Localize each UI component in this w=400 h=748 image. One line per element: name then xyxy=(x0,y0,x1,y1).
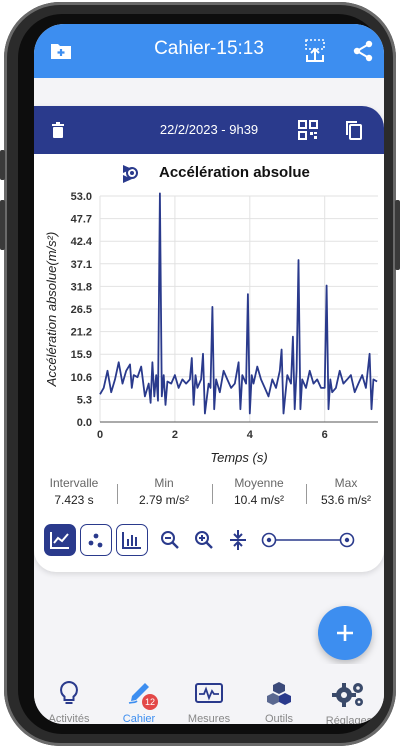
measurement-date: 22/2/2023 - 9h39 xyxy=(159,122,259,137)
stat-interval: Intervalle 7.423 s xyxy=(36,476,112,507)
x-tick-label: 4 xyxy=(247,429,254,441)
app-screen: Cahier-15:13 22/2/2023 - 9h39 Accélérati… xyxy=(34,24,384,724)
nav-item-cahier[interactable]: 12 Cahier xyxy=(104,680,174,724)
y-tick-label: 31.8 xyxy=(71,281,92,293)
lightbulb-icon xyxy=(60,680,78,704)
nav-label: Mesures xyxy=(187,713,231,724)
stat-label: Max xyxy=(334,476,358,490)
app-bar: Cahier-15:13 xyxy=(34,24,384,78)
bottom-nav: Activités 12 Cahier Mesures Outils Régla… xyxy=(34,664,384,724)
line-chart-button[interactable] xyxy=(44,524,76,556)
y-tick-label: 0.0 xyxy=(77,417,92,429)
stat-mean: Moyenne 10.4 m/s² xyxy=(216,476,302,507)
zoom-out-icon[interactable] xyxy=(154,524,186,556)
compress-vertical-icon[interactable] xyxy=(222,524,254,556)
y-tick-label: 53.0 xyxy=(71,191,92,203)
stat-min: Min 2.79 m/s² xyxy=(122,476,206,507)
y-tick-label: 37.1 xyxy=(71,259,92,271)
range-slider[interactable] xyxy=(260,530,356,550)
y-tick-label: 15.9 xyxy=(71,349,92,361)
stat-label: Intervalle xyxy=(49,476,99,490)
x-tick-label: 6 xyxy=(322,429,328,441)
sensor-icon xyxy=(120,162,142,184)
x-tick-label: 2 xyxy=(172,429,178,441)
export-icon[interactable] xyxy=(302,38,328,64)
stat-value: 2.79 m/s² xyxy=(138,493,189,507)
waveform-icon xyxy=(195,683,223,703)
stat-divider xyxy=(117,484,118,504)
series-line xyxy=(99,192,378,415)
stat-value: 10.4 m/s² xyxy=(233,493,284,507)
nav-item-activites[interactable]: Activités xyxy=(34,680,104,724)
x-axis-label: Temps (s) xyxy=(210,450,267,465)
measurement-card: 22/2/2023 - 9h39 Accélération absolue 0.… xyxy=(34,106,384,572)
y-tick-label: 47.7 xyxy=(71,214,92,226)
copy-icon[interactable] xyxy=(342,118,366,142)
stat-value: 53.6 m/s² xyxy=(320,493,371,507)
y-tick-label: 10.6 xyxy=(71,372,92,384)
plus-icon xyxy=(337,625,353,641)
stat-value: 7.423 s xyxy=(54,493,94,507)
y-tick-label: 21.2 xyxy=(71,327,92,339)
qr-code-icon[interactable] xyxy=(296,118,320,142)
bar-chart-button[interactable] xyxy=(116,524,148,556)
scatter-chart-button[interactable] xyxy=(80,524,112,556)
share-icon[interactable] xyxy=(350,38,376,64)
stats-bar: Intervalle 7.423 s Min 2.79 m/s² Moyenne… xyxy=(34,476,384,516)
chart-header: Accélération absolue xyxy=(34,160,384,186)
stat-divider xyxy=(212,484,213,504)
chart-toolbar xyxy=(34,524,384,560)
nav-label: Réglages xyxy=(325,715,373,724)
y-tick-label: 26.5 xyxy=(71,304,92,316)
chart-title: Accélération absolue xyxy=(159,164,310,181)
stat-max: Max 53.6 m/s² xyxy=(308,476,384,507)
side-button xyxy=(0,200,5,250)
stat-divider xyxy=(306,484,307,504)
y-tick-label: 42.4 xyxy=(71,236,93,248)
acceleration-chart: 0.0 5.3 10.6 15.9 21.2 26.5 31.8 37.1 42.4 47.7 53… xyxy=(44,191,378,465)
add-fab-button[interactable] xyxy=(318,606,372,660)
side-button xyxy=(395,200,400,270)
y-tick-label: 5.3 xyxy=(77,394,92,406)
zoom-in-icon[interactable] xyxy=(188,524,220,556)
stat-label: Moyenne xyxy=(234,476,284,490)
card-header: 22/2/2023 - 9h39 xyxy=(34,106,384,154)
boxes-icon xyxy=(267,682,291,705)
y-axis-label: Accélération absolue(m/s²) xyxy=(44,232,59,388)
gears-icon xyxy=(332,683,363,707)
x-tick-label: 0 xyxy=(97,429,103,441)
nav-label: Activités xyxy=(48,713,90,724)
nav-item-reglages[interactable]: Réglages xyxy=(314,680,384,724)
stat-label: Min xyxy=(154,476,174,490)
nav-item-mesures[interactable]: Mesures xyxy=(174,680,244,724)
app-title: Cahier-15:13 xyxy=(154,38,264,59)
notification-badge: 12 xyxy=(142,694,158,710)
nav-label: Cahier xyxy=(122,713,156,724)
nav-item-outils[interactable]: Outils xyxy=(244,680,314,724)
nav-label: Outils xyxy=(264,713,294,724)
side-button xyxy=(0,150,5,180)
